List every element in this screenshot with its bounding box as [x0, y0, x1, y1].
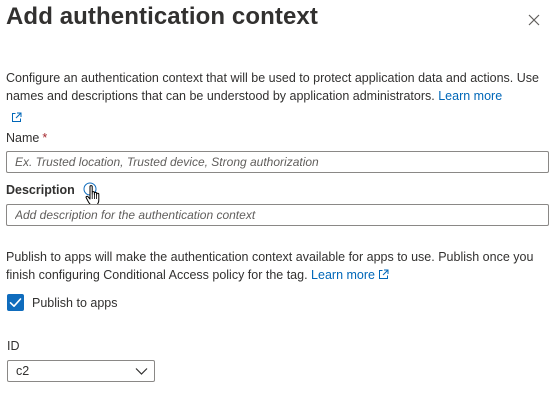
id-selected-value: c2 [16, 364, 30, 378]
external-link-icon [379, 269, 389, 279]
publish-to-apps-label[interactable]: Publish to apps [32, 296, 117, 310]
panel-title: Add authentication context [6, 3, 318, 30]
intro-learn-more-link[interactable]: Learn more [438, 89, 502, 103]
name-field[interactable] [6, 151, 549, 173]
intro-description: Configure an authentication context that… [6, 69, 552, 105]
description-field[interactable] [6, 204, 549, 226]
description-label: Description [6, 183, 75, 197]
add-authentication-context-panel: Add authentication context Configure an … [0, 0, 556, 399]
id-label: ID [7, 339, 20, 353]
name-label: Name * [6, 131, 47, 145]
external-link-icon [12, 112, 22, 122]
publish-learn-more-label: Learn more [311, 268, 375, 282]
required-marker: * [42, 131, 48, 145]
id-dropdown[interactable]: c2 [7, 360, 155, 382]
publish-to-apps-checkbox[interactable] [7, 294, 24, 311]
intro-external-link[interactable] [11, 109, 22, 127]
publish-learn-more-link[interactable]: Learn more [311, 268, 389, 282]
name-input[interactable] [7, 152, 548, 172]
publish-text: Publish to apps will make the authentica… [6, 250, 534, 282]
publish-description: Publish to apps will make the authentica… [6, 248, 552, 284]
name-label-text: Name [6, 131, 40, 145]
description-input[interactable] [7, 205, 548, 225]
close-icon [528, 14, 540, 26]
chevron-down-icon [135, 368, 148, 375]
close-button[interactable] [524, 10, 544, 30]
checkmark-icon [9, 298, 22, 307]
